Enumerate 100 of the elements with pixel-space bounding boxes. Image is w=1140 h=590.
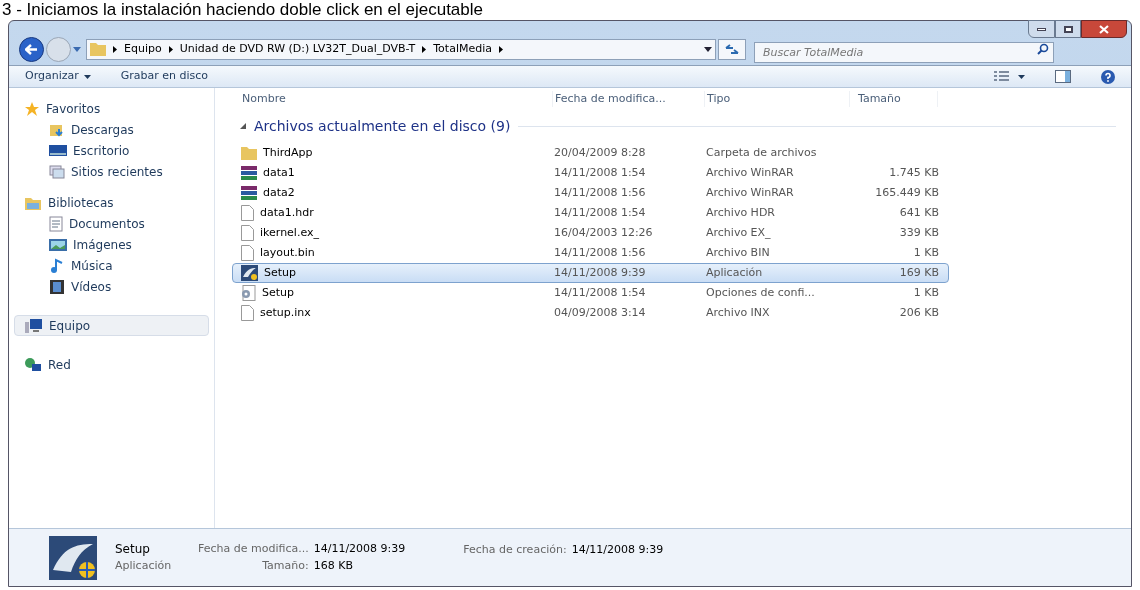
nav-item[interactable]: Sitios recientes xyxy=(9,161,214,182)
column-header[interactable]: Tamaño xyxy=(850,90,938,108)
search-icon xyxy=(1037,42,1049,55)
type-cell-text: Archivo BIN xyxy=(706,244,771,261)
size-cell-text: 1 KB xyxy=(912,244,939,261)
caret-icon xyxy=(83,74,91,79)
detail-type: Aplicación xyxy=(115,558,173,575)
nav-item[interactable]: Escritorio xyxy=(9,140,214,161)
detail-label: Fecha de creación: xyxy=(463,542,567,558)
picture-icon xyxy=(49,237,67,252)
file-name: Setup xyxy=(241,264,554,282)
nav-group[interactable]: Equipo xyxy=(14,315,209,336)
date-cell-text: 14/11/2008 1:54 xyxy=(554,284,647,301)
date-cell-text: 14/11/2008 1:54 xyxy=(554,164,647,181)
nav-group[interactable]: Bibliotecas xyxy=(9,192,214,213)
date-cell-text: 04/09/2008 3:14 xyxy=(554,304,647,321)
file-row[interactable]: Setup 14/11/2008 1:54 Opciones de confi... 1 KB xyxy=(232,283,949,303)
window-stack-icon xyxy=(49,163,65,180)
nav-item[interactable]: Descargas xyxy=(9,119,214,140)
dropdown-caret-icon[interactable] xyxy=(704,46,712,52)
view-list-icon[interactable] xyxy=(994,70,1010,83)
file-row[interactable]: ikernel.ex_ 16/04/2003 12:26 Archivo EX_ 339 KB xyxy=(232,223,949,243)
nav-item[interactable]: Música xyxy=(9,255,214,276)
type-cell-text: Carpeta de archivos xyxy=(706,144,818,161)
gear-file-icon xyxy=(241,285,256,301)
chevron-right-icon xyxy=(422,45,427,53)
folder-icon xyxy=(90,42,106,56)
installer-icon xyxy=(241,265,258,281)
type-cell-text: Archivo WinRAR xyxy=(706,164,795,181)
date-cell-text: 14/11/2008 1:56 xyxy=(554,244,647,261)
close-button[interactable] xyxy=(1081,20,1127,38)
type-cell-text: Archivo WinRAR xyxy=(706,184,795,201)
file-row[interactable]: ThirdApp 20/04/2009 8:28 Carpeta de archivos xyxy=(232,143,949,163)
size-cell-text: 1.745 KB xyxy=(888,164,939,181)
type-cell-text: Aplicación xyxy=(706,264,764,281)
file-row[interactable]: data2 14/11/2008 1:56 Archivo WinRAR 165.449 KB xyxy=(232,183,949,203)
file-row[interactable]: data1 14/11/2008 1:54 Archivo WinRAR 1.745 KB xyxy=(232,163,949,183)
file-row[interactable]: setup.inx 04/09/2008 3:14 Archivo INX 206 KB xyxy=(232,303,949,323)
caption-text: 3 - Iniciamos la instalación haciendo doble click en el ejecutable xyxy=(1,0,484,20)
size-cell-text: 169 KB xyxy=(898,264,939,281)
date-cell-text: 14/11/2008 1:54 xyxy=(554,204,647,221)
detail-label: Fecha de modifica... xyxy=(198,541,309,557)
chevron-right-icon xyxy=(499,45,503,53)
breadcrumb-item[interactable]: Unidad de DVD RW (D:) LV32T_Dual_DVB-T xyxy=(179,40,416,58)
type-cell-text: Archivo HDR xyxy=(706,204,776,221)
installer-icon xyxy=(49,535,97,580)
left-arrow-icon xyxy=(25,43,38,55)
chevron-right-icon xyxy=(168,45,173,53)
nav-item[interactable]: Vídeos xyxy=(9,276,214,297)
file-name: layout.bin xyxy=(241,244,554,262)
refresh-arrows-icon xyxy=(725,44,739,54)
breadcrumb-item[interactable]: Equipo xyxy=(124,40,162,58)
globe-computer-icon xyxy=(24,356,42,373)
nav-item[interactable]: Documentos xyxy=(9,213,214,234)
minimize-button[interactable] xyxy=(1028,20,1055,38)
size-cell-text: 339 KB xyxy=(898,224,939,241)
toolbar-button[interactable]: Organizar xyxy=(25,68,91,85)
caret-icon[interactable] xyxy=(1018,74,1025,79)
file-row[interactable]: data1.hdr 14/11/2008 1:54 Archivo HDR 641 KB xyxy=(232,203,949,223)
books-stack-icon xyxy=(241,186,257,200)
detail-value: 14/11/2008 9:39 xyxy=(313,541,406,557)
column-header[interactable]: Tipo xyxy=(705,90,850,108)
group-header[interactable]: Archivos actualmente en el disco (9) xyxy=(254,115,511,137)
file-name: data2 xyxy=(241,184,554,202)
size-cell-text: 165.449 KB xyxy=(874,184,939,201)
maximize-button[interactable] xyxy=(1055,20,1081,38)
music-note-icon xyxy=(49,257,65,274)
detail-label: Tamaño: xyxy=(261,557,309,574)
nav-group[interactable]: Favoritos xyxy=(9,98,214,119)
size-cell-text: 641 KB xyxy=(898,204,939,221)
address-bar[interactable]: Equipo Unidad de DVD RW (D:) LV32T_Dual_DVB-T TotalMedia xyxy=(86,38,716,60)
star-icon xyxy=(24,100,40,117)
help-icon[interactable] xyxy=(1101,69,1115,84)
size-cell-text: 1 KB xyxy=(912,284,939,301)
search-field[interactable]: Buscar TotalMedia xyxy=(754,41,1054,63)
file-name: setup.inx xyxy=(241,304,554,322)
file-row[interactable]: layout.bin 14/11/2008 1:56 Archivo BIN 1 KB xyxy=(232,243,949,263)
refresh-button[interactable] xyxy=(718,38,746,60)
column-header[interactable]: Fecha de modifica... xyxy=(553,90,705,108)
preview-pane-icon[interactable] xyxy=(1055,70,1071,83)
column-header[interactable]: Nombre xyxy=(240,90,553,108)
date-cell-text: 14/11/2008 1:56 xyxy=(554,184,647,201)
detail-value: 168 KB xyxy=(313,557,354,574)
chevron-right-icon xyxy=(113,45,117,53)
blank-file-icon xyxy=(241,205,254,221)
nav-group[interactable]: Red xyxy=(9,354,214,375)
books-stack-icon xyxy=(241,166,257,180)
file-row[interactable]: Setup 14/11/2008 9:39 Aplicación 169 KB xyxy=(232,263,949,283)
monitor-icon xyxy=(49,143,67,158)
blank-file-icon xyxy=(241,305,254,321)
collapse-triangle-icon[interactable] xyxy=(240,123,246,129)
breadcrumb-item[interactable]: TotalMedia xyxy=(433,40,492,58)
file-name: ikernel.ex_ xyxy=(241,224,554,242)
back-button[interactable] xyxy=(19,36,44,62)
nav-item[interactable]: Imágenes xyxy=(9,234,214,255)
type-cell-text: Archivo INX xyxy=(706,304,771,321)
toolbar-button[interactable]: Grabar en disco xyxy=(120,68,209,85)
date-cell-text: 16/04/2003 12:26 xyxy=(554,224,654,241)
folder-icon xyxy=(241,146,257,160)
document-icon xyxy=(49,215,63,232)
